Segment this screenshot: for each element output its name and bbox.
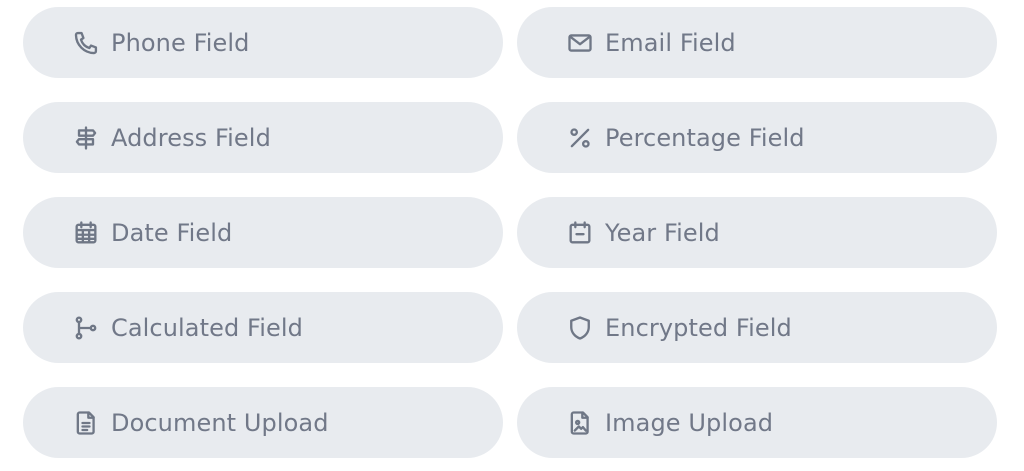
calculated-field-label: Calculated Field xyxy=(111,313,303,342)
image-upload-option[interactable]: Image Upload xyxy=(517,387,997,458)
document-upload-option[interactable]: Document Upload xyxy=(23,387,503,458)
calendar-grid-icon xyxy=(72,219,100,247)
file-image-icon xyxy=(566,409,594,437)
field-type-grid: Phone Field Email Field Address Field Pe… xyxy=(23,7,997,458)
year-field-option[interactable]: Year Field xyxy=(517,197,997,268)
image-upload-label: Image Upload xyxy=(605,408,774,437)
signpost-icon xyxy=(72,124,100,152)
git-branch-icon xyxy=(72,314,100,342)
date-field-label: Date Field xyxy=(111,218,233,247)
file-text-icon xyxy=(72,409,100,437)
email-field-option[interactable]: Email Field xyxy=(517,7,997,78)
address-field-option[interactable]: Address Field xyxy=(23,102,503,173)
email-field-label: Email Field xyxy=(605,28,736,57)
phone-icon xyxy=(72,29,100,57)
shield-icon xyxy=(566,314,594,342)
percentage-field-label: Percentage Field xyxy=(605,123,805,152)
phone-field-label: Phone Field xyxy=(111,28,250,57)
encrypted-field-option[interactable]: Encrypted Field xyxy=(517,292,997,363)
address-field-label: Address Field xyxy=(111,123,271,152)
calculated-field-option[interactable]: Calculated Field xyxy=(23,292,503,363)
document-upload-label: Document Upload xyxy=(111,408,329,437)
calendar-minus-icon xyxy=(566,219,594,247)
percentage-field-option[interactable]: Percentage Field xyxy=(517,102,997,173)
percent-icon xyxy=(566,124,594,152)
phone-field-option[interactable]: Phone Field xyxy=(23,7,503,78)
mail-icon xyxy=(566,29,594,57)
encrypted-field-label: Encrypted Field xyxy=(605,313,792,342)
date-field-option[interactable]: Date Field xyxy=(23,197,503,268)
year-field-label: Year Field xyxy=(605,218,720,247)
